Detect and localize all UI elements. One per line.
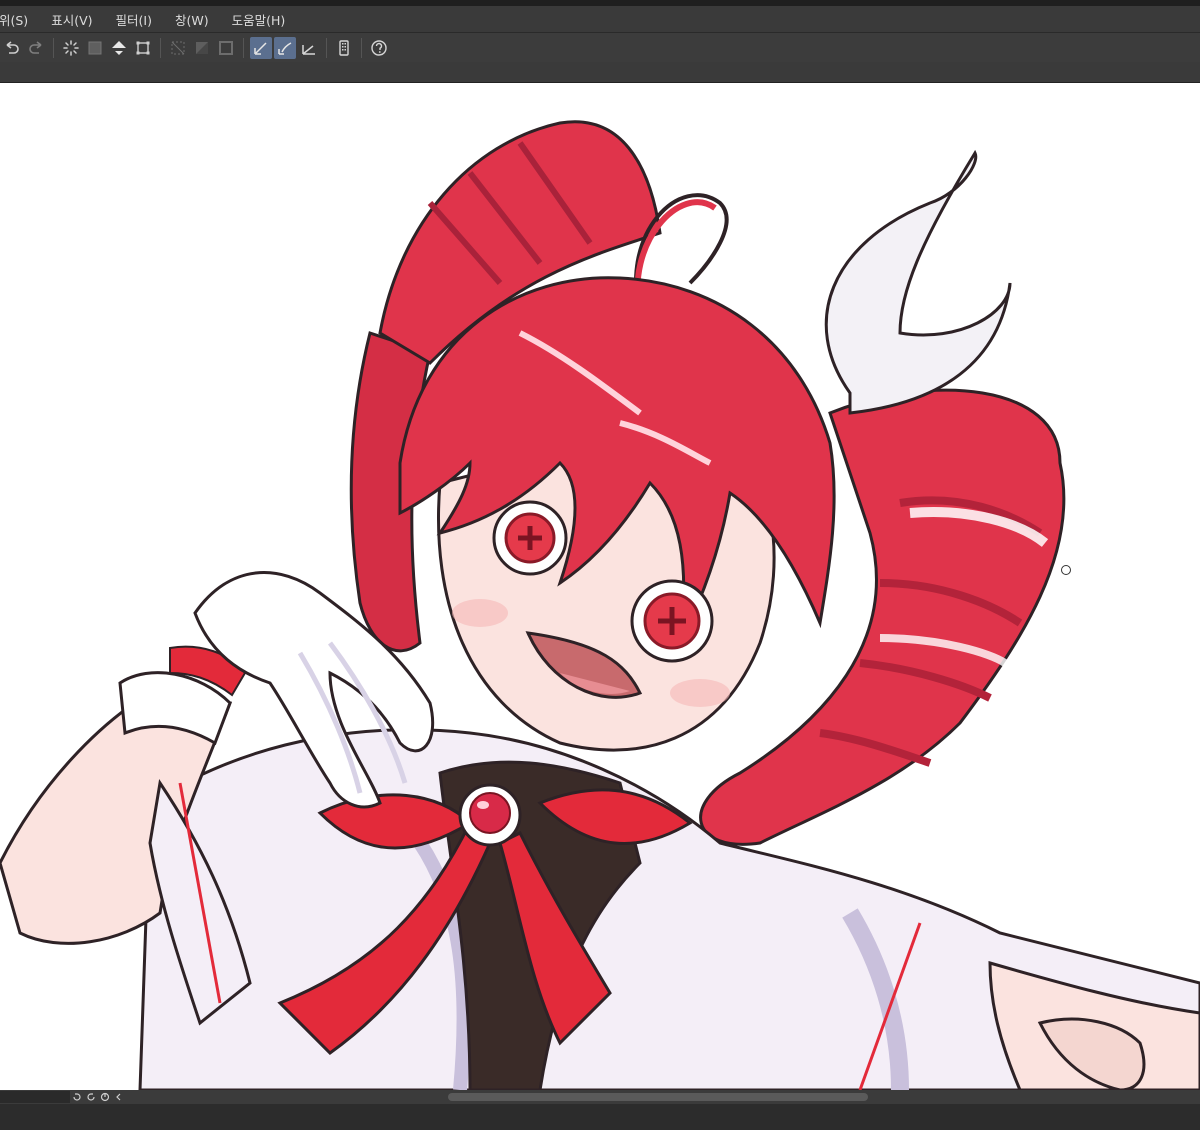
invert-selection-button[interactable] [191,37,213,59]
redo-icon [29,41,42,54]
toolbar-separator [53,38,54,58]
horizontal-scrollbar[interactable] [448,1093,868,1101]
menu-view[interactable]: 표시(V) [51,10,103,29]
device-icon [339,40,349,56]
transform-button[interactable] [132,37,154,59]
menu-window[interactable]: 창(W) [175,10,220,29]
loading-button[interactable] [60,37,82,59]
selection-icon [88,41,102,55]
ruler-snap-button[interactable] [250,37,272,59]
collapse-button[interactable] [112,1091,126,1103]
redo-button[interactable] [25,37,47,59]
border-selection-button[interactable] [215,37,237,59]
invert-selection-icon [196,42,208,54]
bottom-panel [0,1104,1200,1130]
rotate-left-button[interactable] [70,1091,84,1103]
help-button[interactable] [368,37,390,59]
selection-button[interactable] [84,37,106,59]
ruler-snap-icon [254,42,267,55]
rotate-left-icon [73,1093,81,1101]
tool-property-bar [0,62,1200,83]
illustration-artwork [0,120,1200,1090]
menu-bar: 위(S) 표시(V) 필터(I) 창(W) 도움말(H) [0,6,1200,32]
menu-filter[interactable]: 필터(I) [116,10,163,29]
drawing-canvas[interactable] [0,83,1200,1090]
reset-rotation-icon [100,1092,110,1102]
perspective-ruler-icon [302,45,315,55]
perspective-ruler-button[interactable] [298,37,320,59]
undo-icon [6,41,19,54]
transform-icon [136,41,150,55]
menu-help[interactable]: 도움말(H) [232,10,297,29]
status-bar [0,1090,1200,1104]
toolbar-separator [160,38,161,58]
menu-selection[interactable]: 위(S) [0,10,39,29]
reset-rotation-button[interactable] [98,1091,112,1103]
device-button[interactable] [333,37,355,59]
undo-button[interactable] [1,37,23,59]
clear-selection-icon [171,41,185,55]
chevron-left-icon [116,1093,121,1101]
brush-cursor [1061,565,1071,575]
toolbar-separator [243,38,244,58]
clear-selection-button[interactable] [167,37,189,59]
rotate-right-icon [87,1093,95,1101]
loading-spinner-icon [63,40,79,56]
navigator-thumbnail [0,1091,70,1103]
fill-button[interactable] [108,37,130,59]
command-toolbar [0,32,1200,63]
toolbar-separator [361,38,362,58]
help-icon [371,40,387,56]
fill-bucket-icon [112,41,126,55]
border-selection-icon [219,41,233,55]
toolbar-separator [326,38,327,58]
brush-snap-icon [278,42,292,55]
rotate-right-button[interactable] [84,1091,98,1103]
brush-snap-button[interactable] [274,37,296,59]
